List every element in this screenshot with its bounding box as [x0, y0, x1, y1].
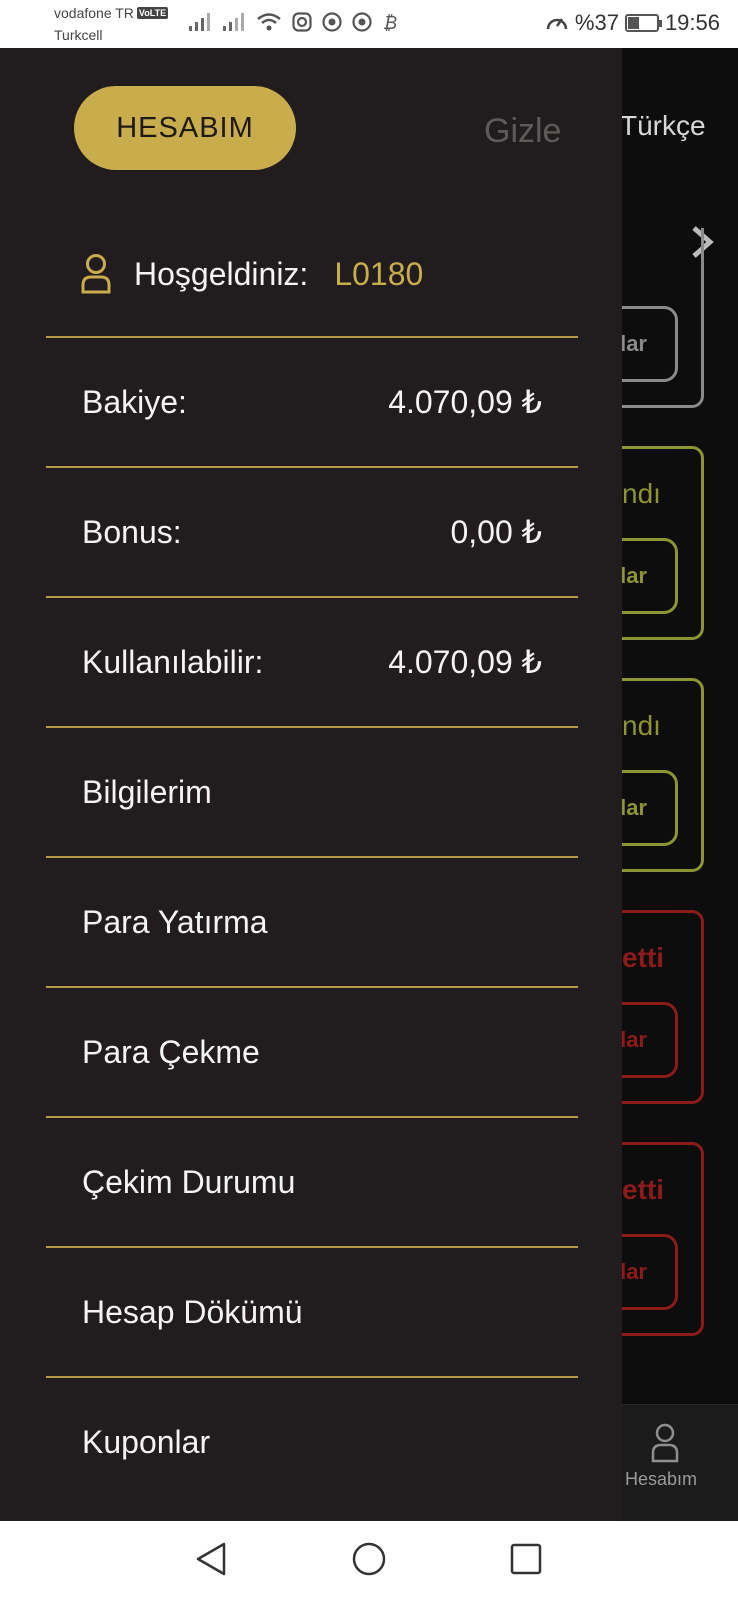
balance-row-bakiye: Bakiye: 4.070,09 ₺ [46, 336, 578, 466]
balance-label: Bonus: [82, 513, 182, 550]
user-icon[interactable] [650, 1423, 680, 1463]
recent-apps-icon[interactable] [509, 1541, 543, 1577]
home-icon[interactable] [351, 1541, 387, 1577]
welcome-row: Hoşgeldiniz: L0180 [80, 254, 423, 294]
signal-icon-secondary [223, 13, 244, 31]
account-button[interactable]: HESABIM [74, 86, 296, 170]
balance-label: Kullanılabilir: [82, 643, 264, 680]
balance-value: 0,00 ₺ [450, 514, 542, 550]
carrier-primary: vodafone TR VoLTE [54, 5, 169, 21]
signal-icon [189, 13, 210, 31]
menu-item-label: Bilgilerim [82, 773, 212, 810]
balance-row-bonus: Bonus: 0,00 ₺ [46, 466, 578, 596]
system-navigation-bar [0, 1521, 738, 1600]
status-icons: ₿ [188, 12, 398, 32]
welcome-label: Hoşgeldiniz: [134, 255, 309, 292]
user-icon [81, 254, 111, 294]
speed-gauge-icon [546, 18, 568, 30]
instagram-icon [292, 12, 312, 32]
balance-label: Bakiye: [82, 383, 187, 420]
username: L0180 [334, 255, 424, 292]
menu-item-kuponlar[interactable]: Kuponlar [46, 1376, 578, 1506]
menu-item-cekim-durumu[interactable]: Çekim Durumu [46, 1116, 578, 1246]
coupon-status: etti [622, 942, 664, 973]
battery-fill [627, 17, 639, 29]
back-icon[interactable] [194, 1541, 228, 1577]
menu-item-para-cekme[interactable]: Para Çekme [46, 986, 578, 1116]
coupon-status: etti [622, 1174, 664, 1205]
clock: 19:56 [664, 10, 720, 35]
menu-item-label: Para Yatırma [82, 903, 268, 940]
balance-value: 4.070,09 ₺ [388, 644, 542, 680]
chrome-icon-secondary [352, 12, 372, 32]
battery-icon [624, 14, 662, 32]
status-bar: vodafone TR VoLTE Turkcell ₿ %37 19:56 [0, 0, 738, 48]
account-drawer: HESABIM Gizle Hoşgeldiniz: L0180 Bakiye:… [0, 48, 622, 1521]
menu-item-label: Hesap Dökümü [82, 1293, 303, 1330]
battery-percent: %37 [574, 10, 619, 35]
menu-item-para-yatirma[interactable]: Para Yatırma [46, 856, 578, 986]
menu-item-label: Kuponlar [82, 1423, 211, 1460]
bitcoin-icon: ₿ [383, 13, 397, 32]
menu-item-hesap-dokumu[interactable]: Hesap Dökümü [46, 1246, 578, 1376]
hide-link[interactable]: Gizle [484, 112, 561, 151]
bottom-nav-account-label[interactable]: Hesabım [625, 1469, 697, 1490]
volte-badge: VoLTE [136, 7, 169, 19]
carrier-secondary: Turkcell [54, 27, 103, 43]
coupon-status: ndı [622, 478, 661, 509]
menu-item-label: Para Çekme [82, 1033, 260, 1070]
wifi-icon [257, 13, 281, 31]
language-selector[interactable]: Türkçe [620, 110, 706, 142]
balance-value: 4.070,09 ₺ [388, 384, 542, 420]
svg-text:₿: ₿ [383, 13, 397, 32]
menu-item-label: Çekim Durumu [82, 1163, 296, 1200]
balance-row-available: Kullanılabilir: 4.070,09 ₺ [46, 596, 578, 726]
chrome-icon [322, 12, 342, 32]
coupon-status: ndı [622, 710, 661, 741]
status-right: %37 19:56 [545, 10, 720, 36]
menu-item-bilgilerim[interactable]: Bilgilerim [46, 726, 578, 856]
